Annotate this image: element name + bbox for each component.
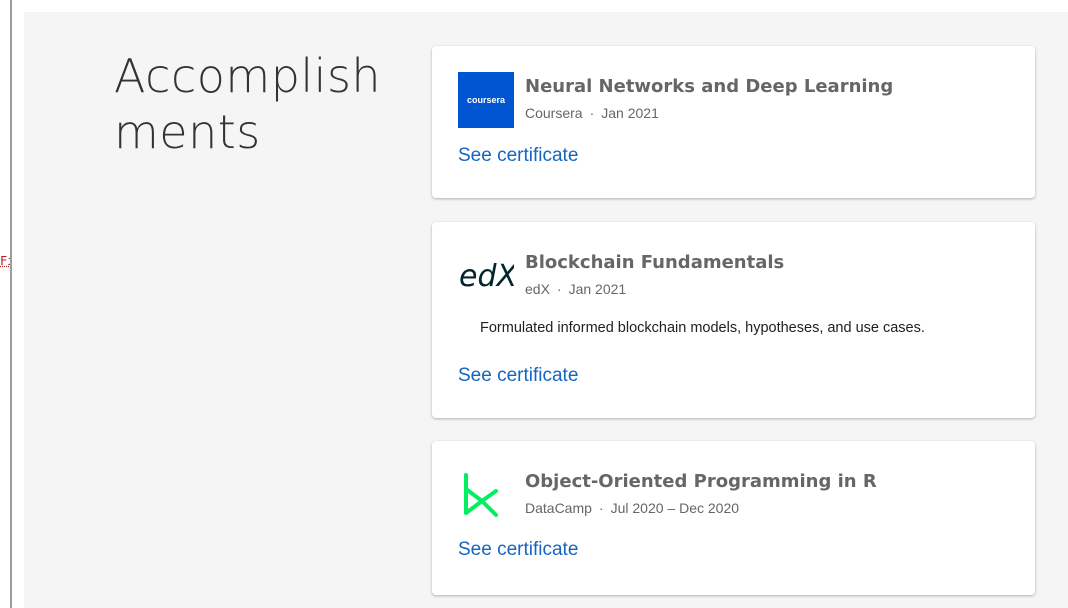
card-title: Blockchain Fundamentals: [525, 252, 785, 273]
meta-separator: ·: [598, 500, 604, 516]
coursera-logo-text: coursera: [466, 95, 506, 105]
meta-separator: ·: [556, 281, 562, 297]
issuer-name: edX: [525, 281, 550, 297]
left-border: [10, 0, 12, 608]
see-certificate-link[interactable]: See certificate: [458, 539, 578, 561]
card-meta: DataCamp · Jul 2020 – Dec 2020: [525, 500, 739, 516]
svg-text:edX: edX: [459, 259, 514, 294]
datacamp-logo-icon: [458, 467, 514, 523]
accomplishment-card-neural-networks: coursera Neural Networks and Deep Learni…: [432, 46, 1035, 198]
see-certificate-link[interactable]: See certificate: [458, 365, 578, 387]
page: Fig Accomplishments coursera Neural Netw…: [0, 0, 1068, 608]
accomplishment-card-oop-r: Object-Oriented Programming in R DataCam…: [432, 441, 1035, 595]
issue-date: Jan 2021: [601, 105, 659, 121]
edx-logo-icon: edX: [458, 248, 519, 304]
card-meta: Coursera · Jan 2021: [525, 105, 659, 121]
issuer-name: DataCamp: [525, 500, 592, 516]
issuer-name: Coursera: [525, 105, 583, 121]
meta-separator: ·: [589, 105, 595, 121]
card-meta: edX · Jan 2021: [525, 281, 626, 297]
clipped-side-label: Fig: [0, 254, 10, 268]
card-description: Formulated informed blockchain models, h…: [480, 320, 925, 336]
issue-date: Jan 2021: [568, 281, 627, 297]
accomplishment-card-blockchain: edX Blockchain Fundamentals edX · Jan 2021…: [432, 222, 1035, 418]
issue-date: Jul 2020 – Dec 2020: [610, 500, 740, 516]
card-title: Neural Networks and Deep Learning: [525, 76, 894, 97]
card-title: Object-Oriented Programming in R: [525, 471, 877, 492]
accomplishments-section: Accomplishments coursera Neural Networks…: [24, 12, 1068, 608]
section-title: Accomplishments: [114, 49, 382, 159]
see-certificate-link[interactable]: See certificate: [458, 145, 578, 167]
coursera-logo-icon: coursera: [458, 72, 514, 128]
